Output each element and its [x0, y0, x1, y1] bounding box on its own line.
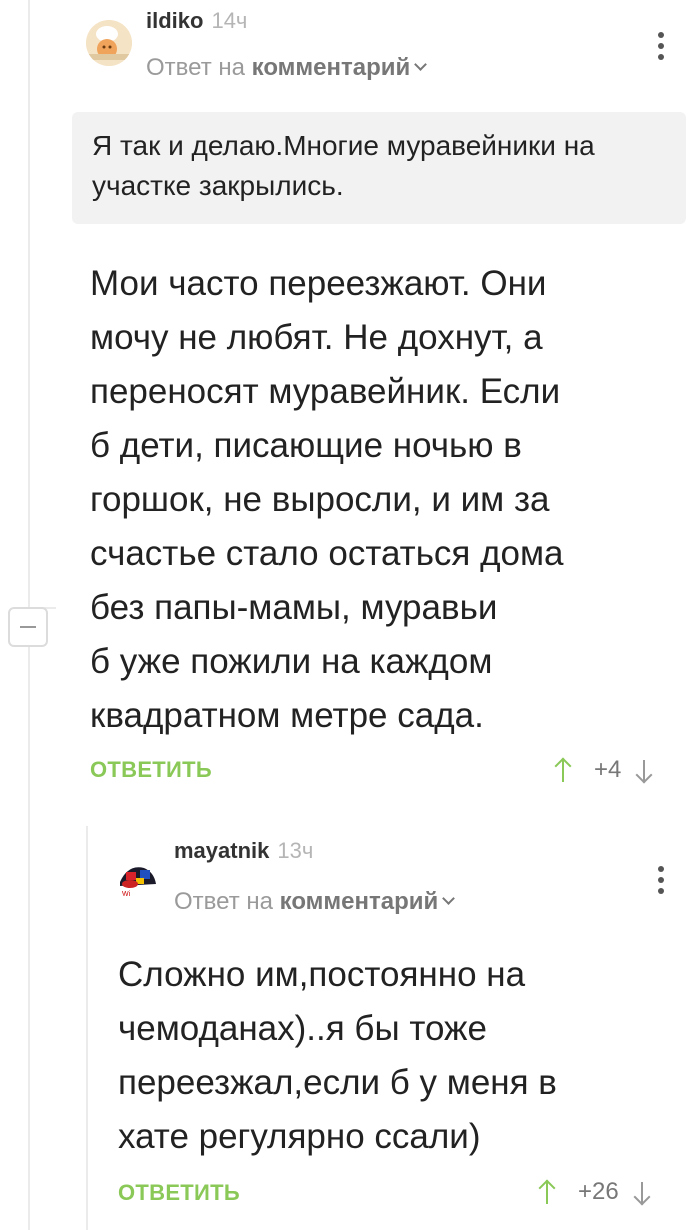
reply-to-link[interactable]: Ответ на комментарий — [174, 888, 456, 916]
vote-controls: +26 — [538, 1178, 651, 1206]
comment-line: счастье стало остаться дома — [90, 534, 564, 573]
comment: Wi mayatnik 13ч Ответ на комментарий Слож… — [100, 830, 692, 1230]
comment-line: переносят муравейник. Если — [90, 372, 561, 411]
reply-target: комментарий — [251, 54, 411, 81]
reply-button[interactable]: ОТВЕТИТЬ — [90, 757, 212, 783]
upvote-arrow-icon[interactable] — [538, 1180, 556, 1204]
more-options-icon[interactable] — [658, 866, 666, 899]
comment-line: без папы-мамы, муравьи — [90, 588, 498, 627]
username[interactable]: ildiko — [146, 8, 203, 33]
reply-prefix: Ответ на — [146, 54, 245, 81]
comment-line: хате регулярно ссали) — [118, 1117, 481, 1156]
avatar[interactable] — [86, 20, 132, 66]
comment-line: Мои часто переезжают. Они — [90, 264, 547, 303]
comment-line: б уже пожили на каждом — [90, 642, 493, 681]
vote-controls: +4 — [554, 756, 653, 784]
comment-header: Wi mayatnik 13ч Ответ на комментарий — [100, 830, 692, 920]
quoted-comment: Я так и делаю.Многие муравейники на учас… — [72, 112, 686, 224]
reply-prefix: Ответ на — [174, 888, 273, 915]
collapse-thread-button[interactable] — [8, 607, 48, 647]
reply-to-link[interactable]: Ответ на комментарий — [146, 54, 428, 82]
chevron-down-icon — [442, 892, 456, 905]
reply-button[interactable]: ОТВЕТИТЬ — [118, 1180, 240, 1206]
comment-body: Сложно им,постоянно на чемоданах)..я бы … — [118, 948, 688, 1164]
comment-body: Мои часто переезжают. Они мочу не любят.… — [90, 257, 690, 743]
comment-line: б дети, писающие ночью в — [90, 426, 522, 465]
username[interactable]: mayatnik — [174, 838, 269, 863]
reply-target: комментарий — [279, 888, 439, 915]
svg-text:Wi: Wi — [122, 891, 131, 898]
comment-line: горшок, не выросли, и им за — [90, 480, 550, 519]
comment-score: +26 — [578, 1178, 619, 1205]
reply-thread-line — [86, 826, 88, 1230]
comment-line: Сложно им,постоянно на — [118, 955, 526, 994]
comment-time: 13ч — [277, 838, 314, 863]
chevron-down-icon — [414, 58, 428, 71]
minus-icon — [20, 626, 36, 628]
more-options-icon[interactable] — [658, 32, 666, 65]
avatar[interactable]: Wi — [114, 854, 160, 900]
comment: ildiko 14ч Ответ на комментарий Я так и д… — [72, 0, 692, 800]
comment-line: переезжал,если б у меня в — [118, 1063, 557, 1102]
comment-line: квадратном метре сада. — [90, 696, 484, 735]
upvote-arrow-icon[interactable] — [554, 758, 572, 782]
comment-header: ildiko 14ч Ответ на комментарий — [72, 0, 692, 90]
comment-line: мочу не любят. Не дохнут, а — [90, 318, 543, 357]
comment-time: 14ч — [211, 8, 248, 33]
comment-score: +4 — [594, 756, 622, 783]
downvote-arrow-icon[interactable] — [633, 1180, 651, 1204]
comment-line: чемоданах)..я бы тоже — [118, 1009, 487, 1048]
downvote-arrow-icon[interactable] — [635, 758, 653, 782]
